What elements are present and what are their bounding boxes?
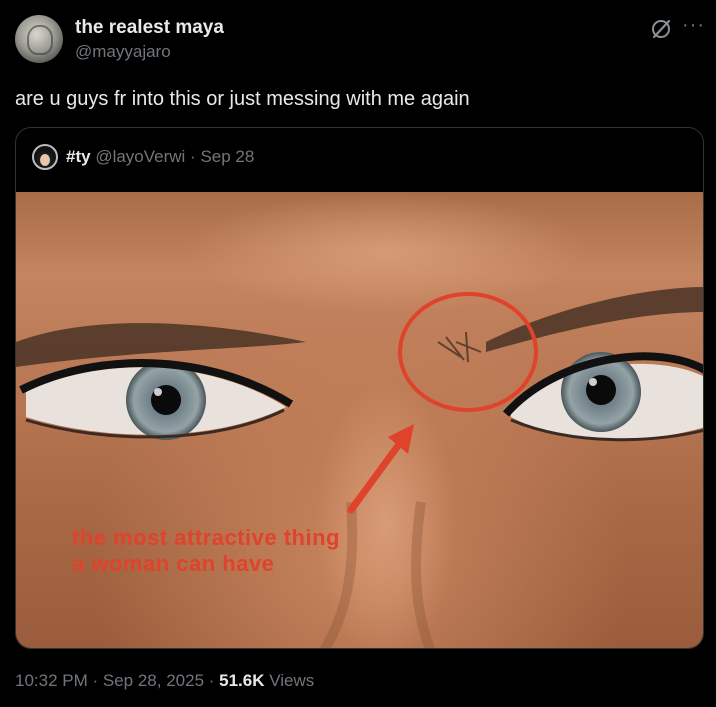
face-illustration: [16, 192, 703, 648]
views-count: 51.6K: [219, 671, 265, 690]
tweet-time[interactable]: 10:32 PM: [15, 671, 88, 690]
grok-icon[interactable]: [650, 18, 672, 40]
quote-date[interactable]: Sep 28: [200, 147, 254, 166]
meta-separator: ·: [87, 671, 103, 690]
quote-display-name[interactable]: #ty: [66, 147, 91, 166]
avatar[interactable]: [15, 15, 63, 63]
tweet-text: are u guys fr into this or just messing …: [15, 88, 470, 110]
tweet-date[interactable]: Sep 28, 2025: [103, 671, 204, 690]
meta-separator: ·: [204, 671, 220, 690]
quote-header: #ty @layoVerwi · Sep 28: [66, 147, 254, 167]
media-caption-line1: the most attractive thing: [72, 525, 340, 550]
user-handle[interactable]: @mayyajaro: [75, 42, 171, 62]
display-name[interactable]: the realest maya: [75, 17, 224, 39]
more-icon[interactable]: ···: [682, 14, 705, 37]
quote-handle[interactable]: @layoVerwi: [95, 147, 185, 166]
quote-separator: ·: [185, 147, 201, 166]
quote-avatar[interactable]: [32, 144, 58, 170]
media-caption: the most attractive thing a woman can ha…: [72, 525, 340, 577]
tweet-meta: 10:32 PM · Sep 28, 2025 · 51.6K Views: [15, 671, 314, 691]
media-caption-line2: a woman can have: [72, 551, 275, 576]
views-label: Views: [269, 671, 315, 690]
quote-media-image[interactable]: [16, 192, 703, 648]
